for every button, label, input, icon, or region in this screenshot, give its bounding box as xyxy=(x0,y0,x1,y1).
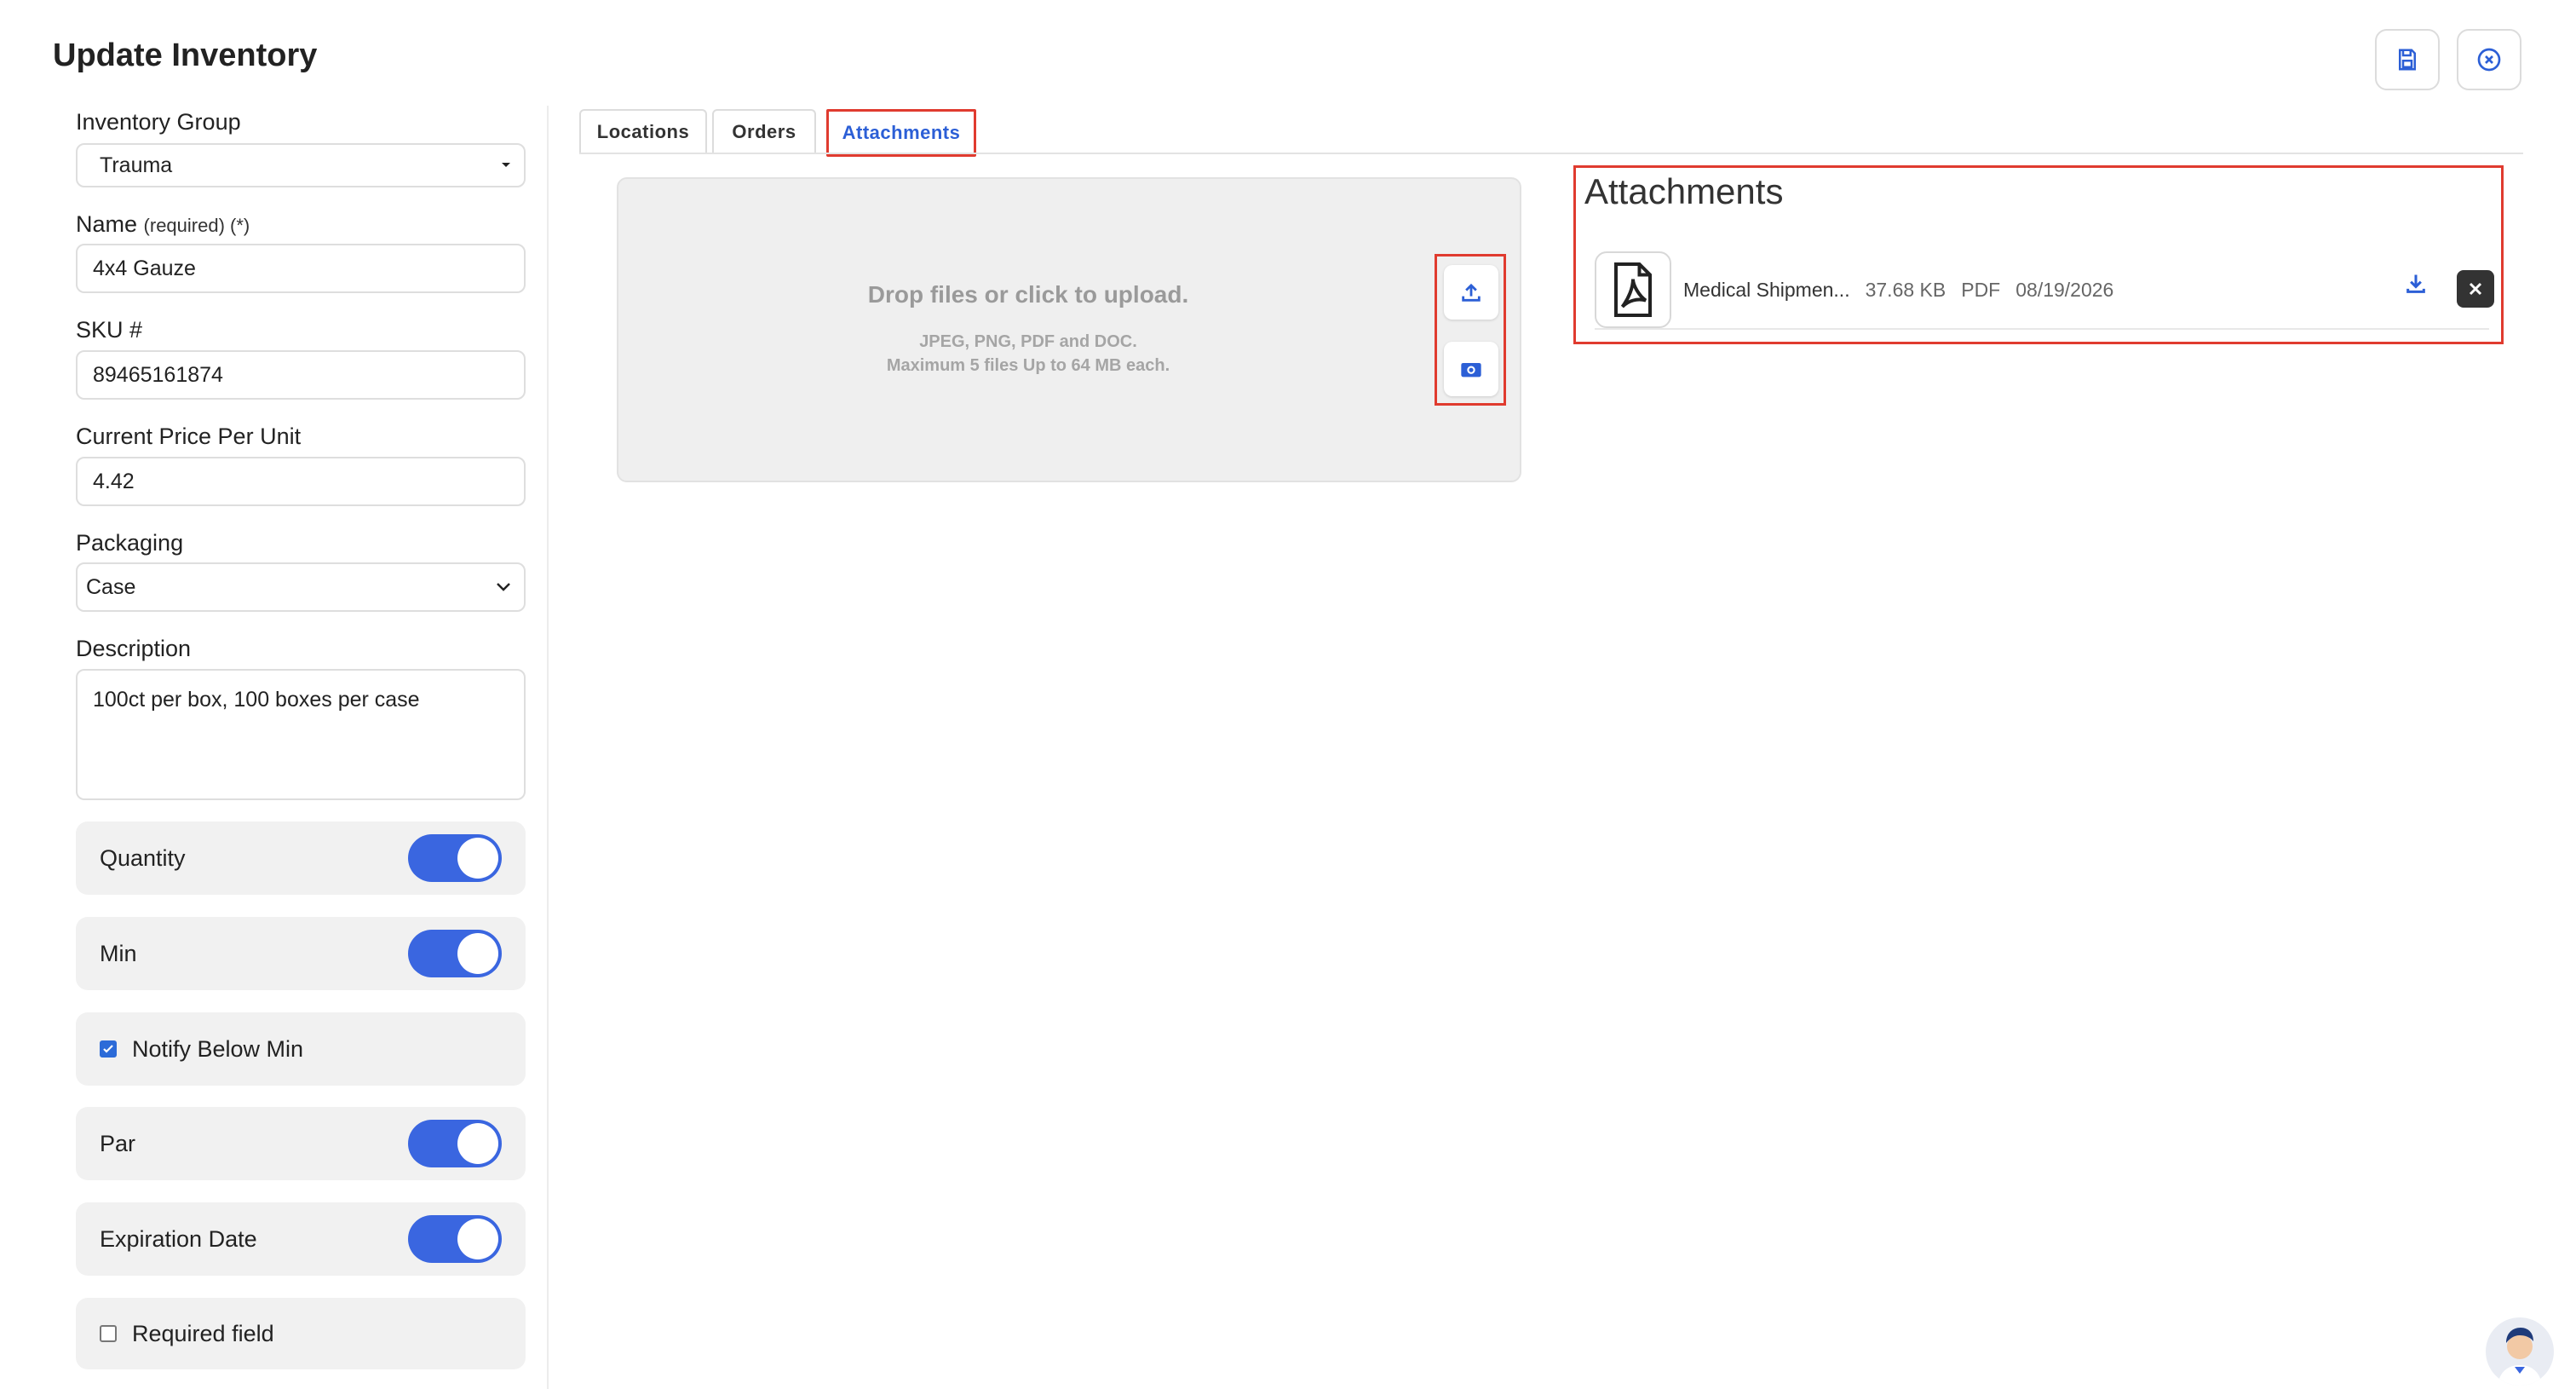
packaging-value: Case xyxy=(86,574,136,599)
check-icon xyxy=(103,1045,113,1053)
required-field-checkbox[interactable] xyxy=(100,1325,117,1342)
required-field-row: Required field xyxy=(76,1298,526,1369)
name-label: Name (required) (*) xyxy=(76,211,250,238)
price-label: Current Price Per Unit xyxy=(76,424,302,449)
caret-down-icon xyxy=(502,163,510,167)
attachment-type: PDF xyxy=(1961,278,2001,301)
name-label-text: Name xyxy=(76,211,138,237)
remove-attachment-button[interactable] xyxy=(2457,270,2494,308)
name-required-note: (required) (*) xyxy=(143,215,250,236)
expiration-date-label: Expiration Date xyxy=(100,1225,257,1252)
save-icon xyxy=(2399,49,2416,71)
min-label: Min xyxy=(100,940,137,966)
required-field-label: Required field xyxy=(132,1320,274,1346)
quantity-toggle-row: Quantity xyxy=(76,821,526,895)
quantity-switch[interactable] xyxy=(408,834,502,882)
inventory-group-select[interactable]: Trauma xyxy=(76,143,526,187)
packaging-label: Packaging xyxy=(76,530,184,556)
min-toggle-row: Min xyxy=(76,917,526,990)
dropzone-title: Drop files or click to upload. xyxy=(867,281,1189,308)
upload-dropzone[interactable]: Drop files or click to upload. JPEG, PNG… xyxy=(617,177,1521,482)
quantity-label: Quantity xyxy=(100,844,186,871)
close-button[interactable] xyxy=(2457,29,2521,90)
dropzone-formats: JPEG, PNG, PDF and DOC. xyxy=(919,332,1137,351)
camera-icon xyxy=(1461,363,1481,378)
inventory-group-label: Inventory Group xyxy=(76,109,241,135)
save-button[interactable] xyxy=(2375,29,2440,90)
par-switch[interactable] xyxy=(408,1120,502,1167)
support-avatar[interactable] xyxy=(2486,1317,2554,1386)
notify-below-min-checkbox[interactable] xyxy=(100,1040,117,1058)
close-circle-icon xyxy=(2477,48,2501,72)
expiration-date-switch[interactable] xyxy=(408,1215,502,1263)
inventory-group-value: Trauma xyxy=(100,153,173,177)
name-input[interactable]: 4x4 Gauze xyxy=(76,244,526,293)
tab-orders[interactable]: Orders xyxy=(712,109,816,153)
description-textarea[interactable]: 100ct per box, 100 boxes per case xyxy=(76,669,526,800)
attachment-name[interactable]: Medical Shipmen... xyxy=(1683,279,1850,302)
close-icon xyxy=(2469,282,2482,296)
notify-below-min-row: Notify Below Min xyxy=(76,1012,526,1086)
par-toggle-row: Par xyxy=(76,1107,526,1180)
sku-input[interactable]: 89465161874 xyxy=(76,350,526,400)
upload-file-button[interactable] xyxy=(1444,265,1498,320)
download-icon xyxy=(2406,274,2425,293)
tab-underline xyxy=(579,153,2523,154)
attachments-heading: Attachments xyxy=(1584,171,1784,211)
upload-icon xyxy=(1462,283,1481,302)
expiration-date-toggle-row: Expiration Date xyxy=(76,1202,526,1276)
attachment-item: Medical Shipmen... 37.68 KB PDF 08/19/20… xyxy=(1595,251,2494,330)
dropzone-limits: Maximum 5 files Up to 64 MB each. xyxy=(886,356,1170,375)
attachment-size: 37.68 KB xyxy=(1865,278,1946,301)
panel-divider xyxy=(547,106,549,1389)
pdf-file-icon xyxy=(1595,251,1671,328)
attachment-date: 08/19/2026 xyxy=(2015,278,2114,301)
price-input[interactable]: 4.42 xyxy=(76,457,526,506)
download-button[interactable] xyxy=(2404,272,2428,300)
tab-locations[interactable]: Locations xyxy=(579,109,707,153)
chevron-down-icon xyxy=(497,583,510,591)
page-title: Update Inventory xyxy=(53,37,318,73)
attachments-panel: Attachments Medical Shipmen... 37.68 KB … xyxy=(1573,165,2504,344)
min-switch[interactable] xyxy=(408,930,502,977)
notify-below-min-label: Notify Below Min xyxy=(132,1035,304,1062)
camera-button[interactable] xyxy=(1444,342,1498,396)
par-label: Par xyxy=(100,1130,136,1156)
description-label: Description xyxy=(76,636,192,661)
tab-attachments[interactable]: Attachments xyxy=(826,109,976,157)
sku-label: SKU # xyxy=(76,317,143,343)
packaging-select[interactable]: Case xyxy=(76,562,526,612)
upload-actions xyxy=(1435,254,1506,406)
person-icon xyxy=(2498,1328,2542,1386)
